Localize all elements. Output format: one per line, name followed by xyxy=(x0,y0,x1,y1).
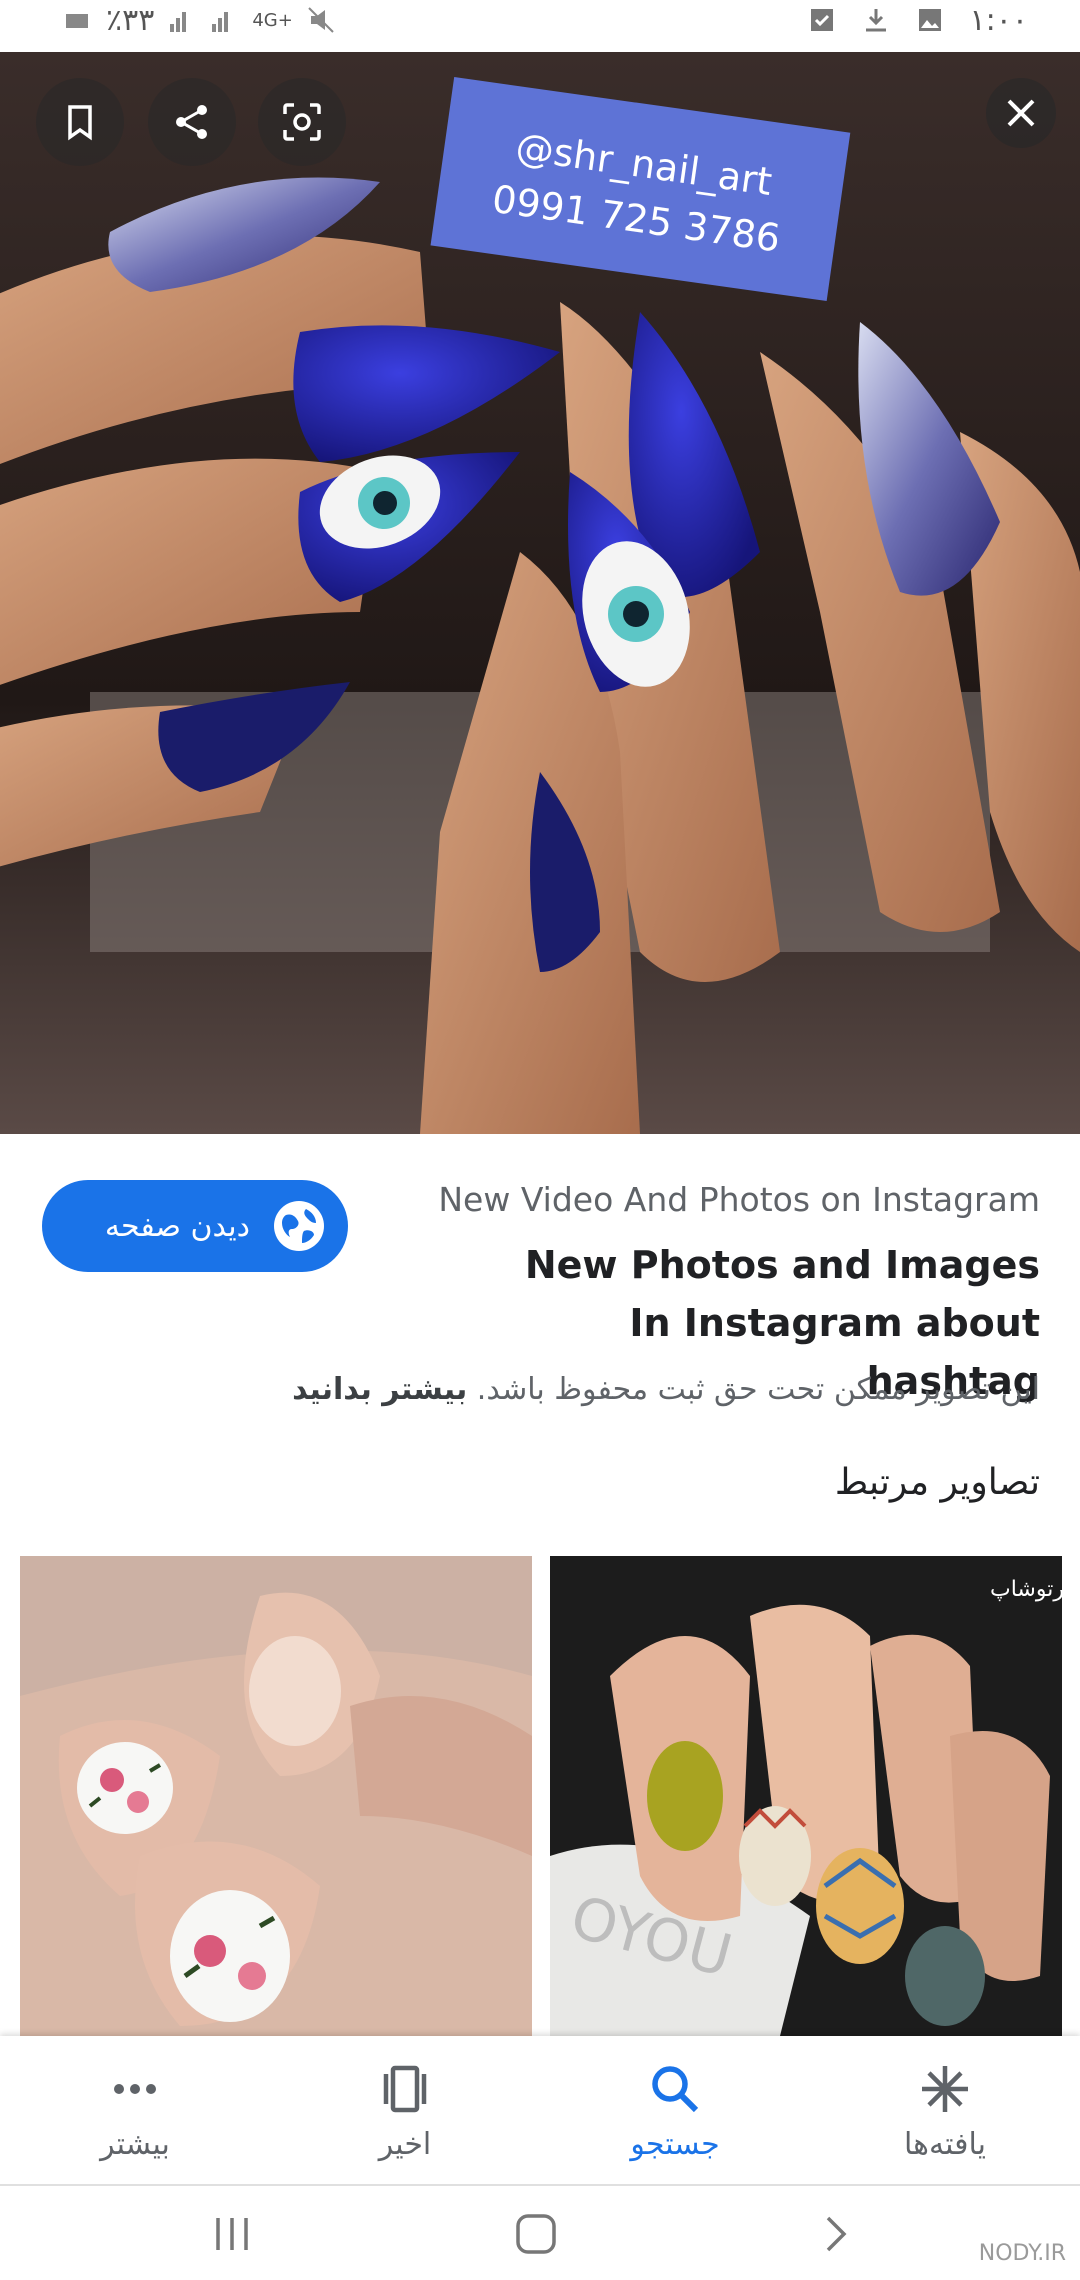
related-photo-2 xyxy=(20,1556,532,2036)
system-navigation-bar: NODY.IR xyxy=(0,2184,1080,2280)
hero-image[interactable]: @shr_nail_art 0991 725 3786 xyxy=(0,52,1080,1134)
related-image-1[interactable]: OYOU برتوشاپ xyxy=(550,1556,1062,2036)
share-icon xyxy=(176,105,207,139)
search-icon xyxy=(645,2059,705,2119)
share-button[interactable] xyxy=(148,78,236,166)
signal-icon xyxy=(170,12,187,32)
learn-more-link[interactable]: بیشتر بدانید xyxy=(292,1372,467,1407)
thumb-watermark: برتوشاپ xyxy=(990,1577,1062,1602)
lens-button[interactable] xyxy=(258,78,346,166)
nail-art-photo: @shr_nail_art 0991 725 3786 xyxy=(0,52,1080,1134)
nav-discover[interactable]: یافته‌ها xyxy=(810,2036,1080,2184)
home-icon xyxy=(516,2214,556,2254)
copyright-notice: این تصویر ممکن تحت حق ثبت محفوظ باشد. بی… xyxy=(40,1372,1040,1407)
checkbox-notification-icon xyxy=(810,9,833,31)
nav-search-label: جستجو xyxy=(630,2126,720,2162)
screen: ٪۳۳ 4G+ ۱:۰۰ @shr_nail_art 0991 725 3786… xyxy=(0,0,1080,2280)
download-icon xyxy=(865,9,886,32)
nav-discover-label: یافته‌ها xyxy=(904,2126,986,2162)
related-image-2[interactable] xyxy=(20,1556,532,2036)
recents-system-button[interactable] xyxy=(202,2206,262,2262)
visit-page-label: دیدن صفحه xyxy=(104,1208,250,1244)
chevron-right-icon xyxy=(826,2216,847,2252)
visit-page-button[interactable]: دیدن صفحه xyxy=(42,1180,348,1272)
home-system-button[interactable] xyxy=(506,2206,566,2262)
lens-icon xyxy=(283,103,321,141)
nav-search[interactable]: جستجو xyxy=(540,2036,810,2184)
gallery-icon xyxy=(918,9,941,31)
nav-more[interactable]: بیشتر xyxy=(0,2036,270,2184)
back-system-button[interactable] xyxy=(806,2206,866,2262)
globe-icon xyxy=(274,1201,324,1251)
battery-text: ٪۳۳ xyxy=(106,2,155,38)
nav-more-label: بیشتر xyxy=(100,2126,170,2162)
source-name[interactable]: New Video And Photos on Instagram xyxy=(400,1180,1040,1219)
nav-recent-label: اخیر xyxy=(378,2126,432,2162)
nav-recent[interactable]: اخیر xyxy=(270,2036,540,2184)
recent-cards-icon xyxy=(375,2059,435,2119)
site-watermark: NODY.IR xyxy=(978,2241,1066,2266)
status-time: ۱:۰۰ xyxy=(969,2,1028,38)
mute-icon xyxy=(308,7,334,33)
bookmark-icon xyxy=(68,105,92,141)
bottom-navigation: یافته‌ها جستجو اخیر بیشتر xyxy=(0,2036,1080,2184)
network-type: 4G+ xyxy=(252,9,293,31)
related-photo-1: OYOU برتوشاپ xyxy=(550,1556,1062,2036)
status-left: ٪۳۳ 4G+ xyxy=(64,0,335,40)
copyright-text: این تصویر ممکن تحت حق ثبت محفوظ باشد. xyxy=(476,1372,1040,1407)
signal-icon-2 xyxy=(212,12,229,32)
status-right: ۱:۰۰ xyxy=(808,0,1028,40)
more-dots-icon xyxy=(105,2059,165,2119)
close-icon xyxy=(1007,99,1035,127)
recents-icon xyxy=(216,2218,248,2250)
bookmark-button[interactable] xyxy=(36,78,124,166)
asterisk-icon xyxy=(915,2059,975,2119)
close-button[interactable] xyxy=(986,78,1056,148)
status-bar: ٪۳۳ 4G+ ۱:۰۰ xyxy=(0,0,1080,52)
related-images-heading: تصاویر مرتبط xyxy=(834,1462,1040,1503)
battery-icon xyxy=(66,14,88,28)
